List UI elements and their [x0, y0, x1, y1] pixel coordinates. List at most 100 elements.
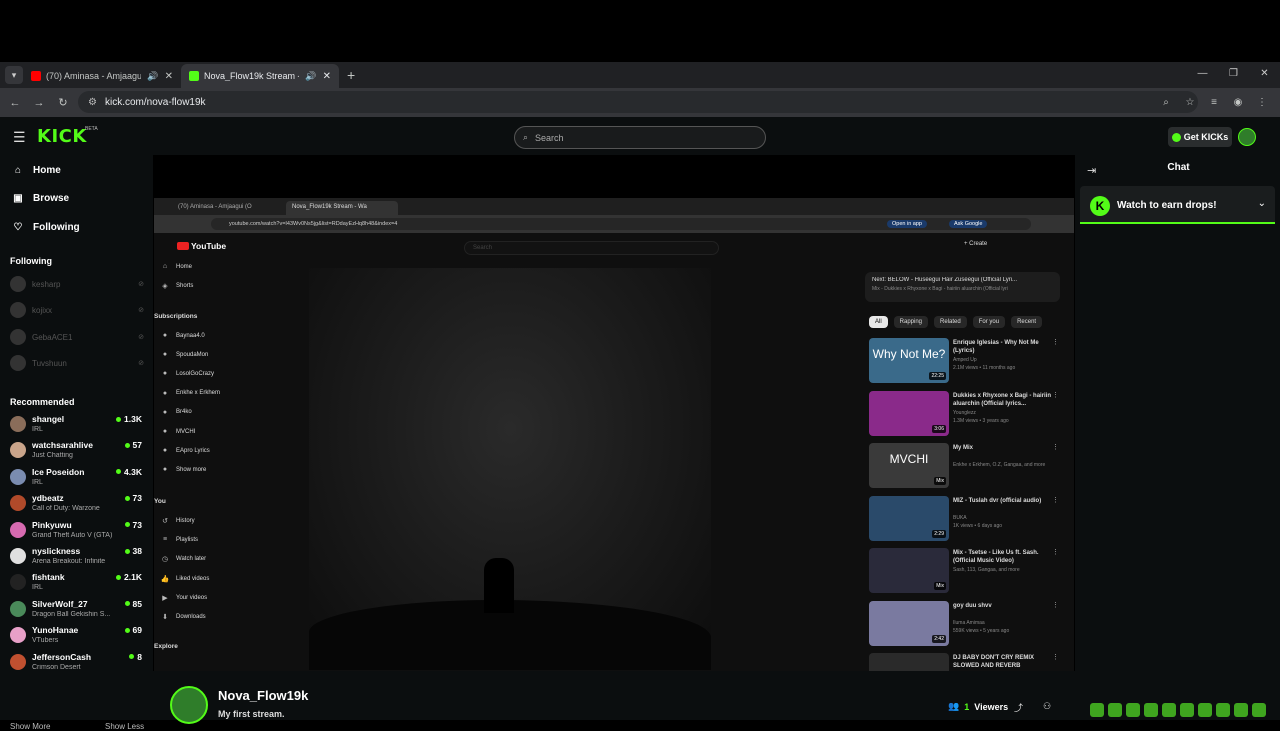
- browser-tab-active[interactable]: Nova_Flow19k Stream - Wa 🔊 ✕: [181, 64, 339, 88]
- back-icon[interactable]: ←: [3, 97, 27, 109]
- person-silhouette: [484, 558, 514, 613]
- viewer-count-number: 57: [132, 440, 142, 451]
- bookmark-star-icon[interactable]: ☆: [1178, 97, 1202, 108]
- following-item[interactable]: kesharp ⊘: [10, 276, 144, 292]
- emote-icon[interactable]: [1252, 703, 1266, 717]
- close-tab-icon[interactable]: ✕: [323, 71, 331, 82]
- emote-icon[interactable]: [1180, 703, 1194, 717]
- profile-icon[interactable]: ◉: [1226, 97, 1250, 108]
- following-item[interactable]: kojixx ⊘: [10, 302, 144, 318]
- chevron-down-icon[interactable]: ⌄: [1258, 198, 1266, 209]
- video-duration: Mix: [934, 582, 946, 590]
- channel-name[interactable]: Nova_Flow19k: [218, 688, 308, 703]
- recommended-item[interactable]: JeffersonCash Crimson Desert 8: [10, 650, 144, 676]
- zoom-icon[interactable]: ⌕: [1154, 97, 1178, 108]
- speaker-icon[interactable]: 🔊: [305, 71, 316, 82]
- sidebar-item-browse[interactable]: ▣ Browse: [13, 193, 69, 204]
- forward-icon[interactable]: →: [27, 97, 51, 109]
- channel-name: fishtank: [32, 572, 65, 583]
- video-meta: 559K views • 5 years ago: [953, 627, 1010, 634]
- thumbnail-text: Why Not Me?: [872, 347, 946, 361]
- close-window-icon[interactable]: ✕: [1249, 62, 1280, 86]
- recommended-item[interactable]: SilverWolf_27 Dragon Ball Gekishin S... 85: [10, 597, 144, 623]
- avatar: [10, 276, 26, 292]
- kick-favicon-icon: [189, 71, 199, 81]
- site-info-icon[interactable]: ⚙: [88, 97, 97, 108]
- media-icon[interactable]: ≡: [1202, 97, 1226, 108]
- emote-icon[interactable]: [1090, 703, 1104, 717]
- kick-logo[interactable]: KICK: [37, 126, 87, 147]
- restore-icon[interactable]: ❐: [1218, 62, 1249, 86]
- channel-name: SilverWolf_27: [32, 598, 88, 609]
- recommended-item[interactable]: nyslickness Arena Breakout: Infinite 38: [10, 544, 144, 570]
- user-avatar[interactable]: [1238, 128, 1256, 146]
- category: Arena Breakout: Infinite: [32, 558, 106, 565]
- yt-subscription-item: ● Enkhe x Erkhem: [154, 390, 254, 397]
- close-tab-icon[interactable]: ✕: [165, 71, 173, 82]
- video-duration: 2:29: [932, 529, 946, 538]
- avatar: [10, 329, 26, 345]
- hamburger-menu-icon[interactable]: ☰: [13, 129, 26, 146]
- channel-avatar-icon: ●: [162, 466, 168, 474]
- channel-avatar[interactable]: [170, 686, 208, 724]
- captured-address-bar: youtube.com/watch?v=I43Wv0Ns5jg&list=RDd…: [154, 215, 1074, 233]
- recommended-item[interactable]: YunoHanae VTubers 69: [10, 623, 144, 649]
- emote-icon[interactable]: [1126, 703, 1140, 717]
- drops-banner[interactable]: K Watch to earn drops! ⌄: [1080, 186, 1275, 224]
- following-item[interactable]: GebaACE1 ⊘: [10, 329, 144, 345]
- related-video-item: Mix Mix - Tsetse - Like Us ft. Sash. (Off…: [869, 548, 1059, 594]
- following-item[interactable]: Tuvshuun ⊘: [10, 355, 144, 371]
- follow-user-icon[interactable]: ⚇: [1043, 701, 1051, 712]
- kebab-menu-icon: ⋮: [1052, 496, 1059, 504]
- emote-icon[interactable]: [1216, 703, 1230, 717]
- sidebar-item-home[interactable]: ⌂ Home: [13, 165, 61, 176]
- stream-screen-capture: (70) Aminasa - Amjaagui (O Nova_Flow19k …: [154, 198, 1074, 671]
- captured-tab: (70) Aminasa - Amjaagui (O: [178, 204, 252, 210]
- minimize-icon[interactable]: —: [1187, 62, 1218, 86]
- emote-icon[interactable]: [1144, 703, 1158, 717]
- tab-search-button[interactable]: ▾: [5, 66, 23, 84]
- recommended-item[interactable]: Ice Poseidon IRL 4.3K: [10, 465, 144, 491]
- video-duration: Mix: [934, 477, 946, 485]
- show-more-button[interactable]: Show More: [10, 722, 50, 731]
- emote-icon[interactable]: [1108, 703, 1122, 717]
- recommended-item[interactable]: Pinkyuwu Grand Theft Auto V (GTA) 73: [10, 518, 144, 544]
- emote-icon[interactable]: [1162, 703, 1176, 717]
- channel-name: kojixx: [32, 305, 53, 315]
- sidebar-item-following[interactable]: ♡ Following: [13, 222, 80, 233]
- emote-icon[interactable]: [1234, 703, 1248, 717]
- recommended-item[interactable]: shangel IRL 1.3K: [10, 412, 144, 438]
- yt-side-label: Watch later: [176, 556, 207, 563]
- reload-icon[interactable]: ↻: [51, 96, 75, 109]
- address-bar[interactable]: ⚙ kick.com/nova-flow19k: [78, 91, 1198, 113]
- emote-icon[interactable]: [1198, 703, 1212, 717]
- viewer-count-number: 73: [132, 493, 142, 504]
- browser-tab[interactable]: (70) Aminasa - Amjaagui (O 🔊 ✕: [23, 64, 181, 88]
- viewer-count: 4.3K: [116, 467, 142, 477]
- search-input[interactable]: ⌕ Search: [514, 126, 766, 149]
- video-thumbnail: 3:06: [869, 390, 949, 436]
- video-meta: 1K views • 6 days ago: [953, 522, 1002, 529]
- new-tab-icon[interactable]: +: [347, 67, 355, 83]
- beta-label: BETA: [85, 126, 98, 132]
- recommended-item[interactable]: ydbeatz Call of Duty: Warzone 73: [10, 491, 144, 517]
- speaker-icon[interactable]: 🔊: [147, 71, 158, 82]
- video-title: Mix - Tsetse - Like Us ft. Sash. (Offici…: [953, 550, 1039, 564]
- following-header: Following: [10, 256, 52, 266]
- yt-side-label: LosolGoCrazy: [176, 370, 215, 377]
- youtube-logo: YouTube: [177, 241, 226, 251]
- show-less-button[interactable]: Show Less: [105, 722, 144, 731]
- drops-text: Watch to earn drops!: [1117, 200, 1217, 211]
- share-icon[interactable]: ⤴: [1014, 701, 1023, 714]
- stream-player[interactable]: (70) Aminasa - Amjaagui (O Nova_Flow19k …: [153, 155, 1075, 671]
- recommended-item[interactable]: fishtank IRL 2.1K: [10, 570, 144, 596]
- viewers-label: Viewers: [974, 701, 1009, 712]
- you-header: You: [154, 498, 166, 505]
- video-channel: Sash, 113, Gangaa, and more: [953, 567, 1020, 573]
- live-dot-icon: [124, 601, 130, 607]
- menu-icon[interactable]: ⋮: [1250, 97, 1274, 108]
- kebab-menu-icon: ⋮: [1052, 339, 1059, 346]
- recommended-item[interactable]: watchsarahlive Just Chatting 57: [10, 438, 144, 464]
- video-meta: 1.3M views • 3 years ago: [953, 417, 1009, 424]
- get-kicks-button[interactable]: Get KICKs: [1168, 127, 1232, 147]
